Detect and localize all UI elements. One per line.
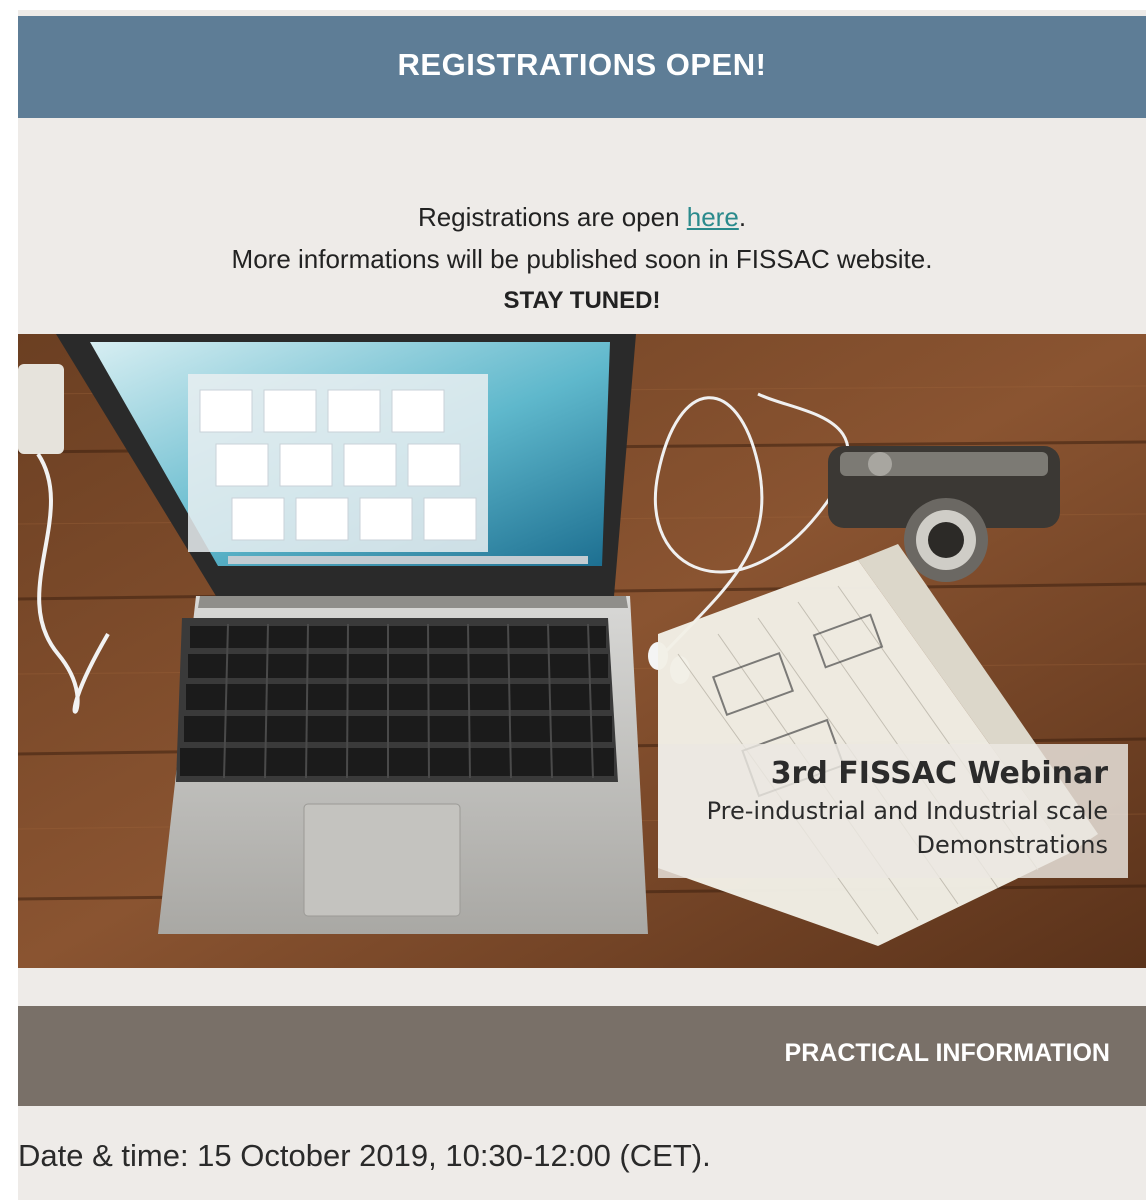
webinar-title: 3rd FISSAC Webinar (770, 756, 1108, 791)
intro-text: Registrations are open here. More inform… (18, 196, 1146, 322)
header-title: REGISTRATIONS OPEN! (397, 47, 767, 82)
webinar-caption: 3rd FISSAC Webinar Pre-industrial and In… (658, 744, 1128, 878)
webinar-subtitle-line-2: Demonstrations (916, 831, 1108, 859)
practical-information-heading: PRACTICAL INFORMATION (784, 1039, 1110, 1067)
intro-line-2: More informations will be published soon… (231, 244, 933, 274)
practical-information-bar: PRACTICAL INFORMATION (18, 1006, 1146, 1106)
webinar-banner-image: 3rd FISSAC Webinar Pre-industrial and In… (18, 334, 1146, 968)
intro-line-1-period: . (738, 202, 747, 232)
intro-line-1-text: Registrations are open (417, 202, 687, 232)
event-datetime: Date & time: 15 October 2019, 10:30-12:0… (18, 1138, 711, 1173)
registration-link[interactable]: here (687, 202, 739, 232)
header-banner: REGISTRATIONS OPEN! (18, 16, 1146, 118)
stay-tuned-text: STAY TUNED! (503, 287, 661, 314)
intro-line-1: Registrations are open here. (18, 196, 1146, 238)
webinar-subtitle-line-1: Pre-industrial and Industrial scale (706, 797, 1108, 825)
email-body: REGISTRATIONS OPEN! Registrations are op… (18, 10, 1146, 1200)
